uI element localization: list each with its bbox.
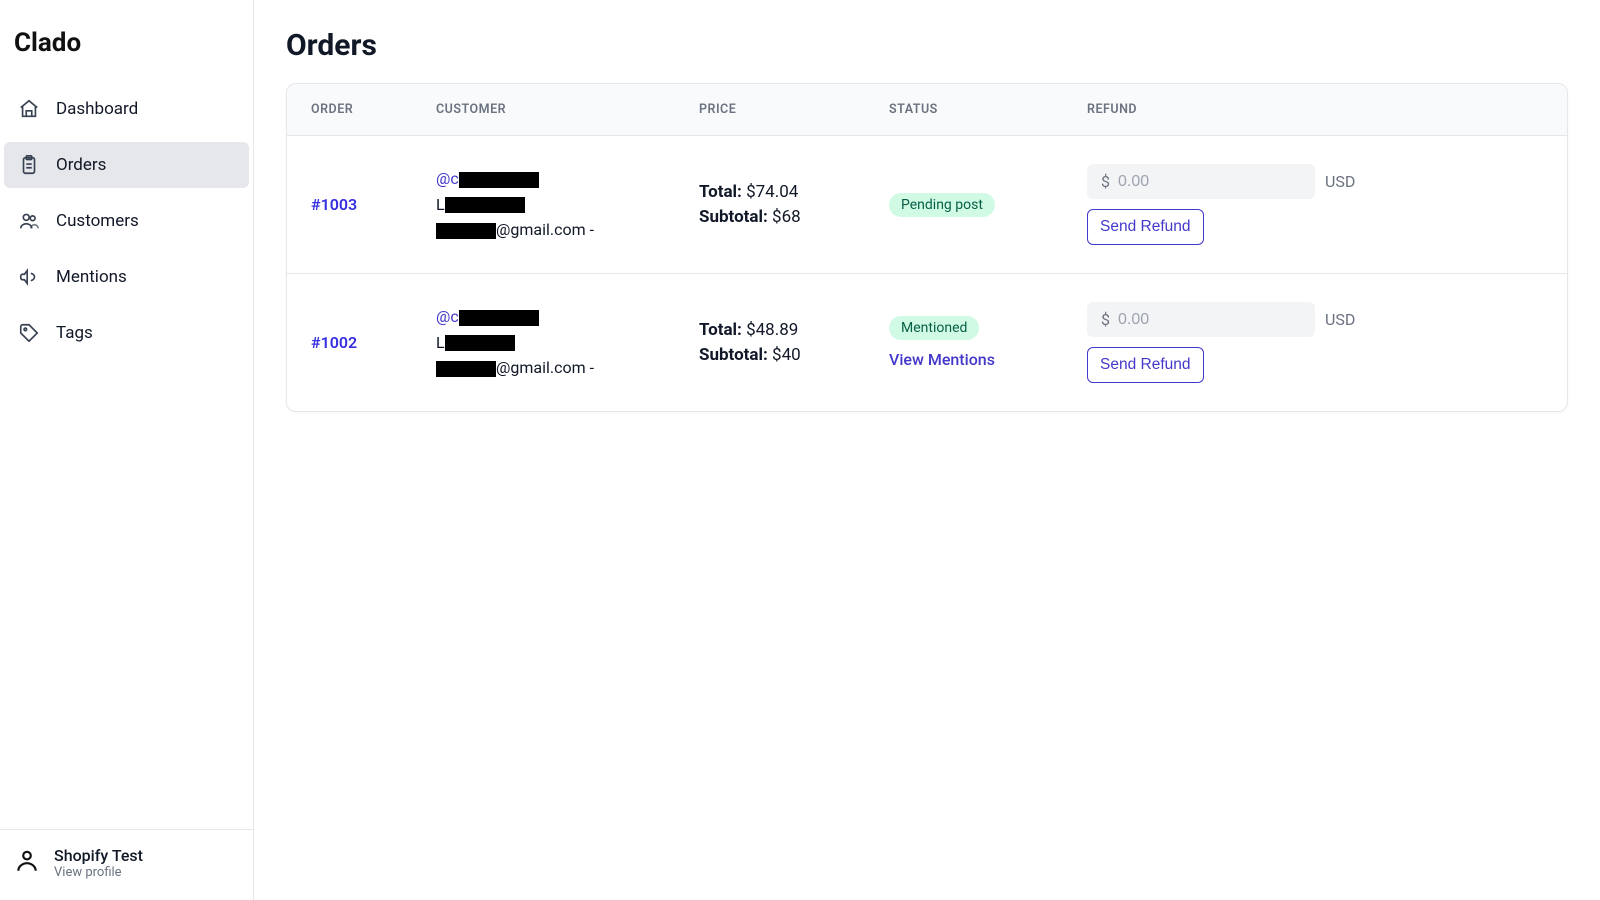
currency-code: USD xyxy=(1325,310,1355,329)
customer-handle[interactable]: @c xyxy=(436,169,459,188)
refund-cell: $ USD Send Refund xyxy=(1087,164,1543,245)
user-icon xyxy=(14,848,40,878)
sidebar-item-mentions[interactable]: Mentions xyxy=(4,254,249,300)
col-header-status: STATUS xyxy=(889,102,1087,117)
price-cell: Total: $48.89 Subtotal: $40 xyxy=(699,318,889,367)
customer-cell: @c L @gmail.com - xyxy=(436,166,699,243)
redacted-text xyxy=(459,172,539,188)
order-id-link[interactable]: #1003 xyxy=(311,195,357,214)
customer-cell: @c L @gmail.com - xyxy=(436,304,699,381)
clipboard-icon xyxy=(18,154,40,176)
col-header-order: ORDER xyxy=(311,102,436,117)
sidebar-item-orders[interactable]: Orders xyxy=(4,142,249,188)
refund-amount-input[interactable] xyxy=(1118,173,1325,191)
subtotal-value: $40 xyxy=(772,345,801,365)
table-row: #1003 @c L @gmail.com - Total: $74.04 Su… xyxy=(287,136,1567,274)
redacted-text xyxy=(445,197,525,213)
sidebar-item-tags[interactable]: Tags xyxy=(4,310,249,356)
sidebar: Clado Dashboard Orders Customers xyxy=(0,0,254,900)
home-icon xyxy=(18,98,40,120)
refund-input-wrap[interactable]: $ USD xyxy=(1087,164,1315,199)
total-value: $74.04 xyxy=(746,182,798,202)
status-cell: Pending post xyxy=(889,193,1087,217)
col-header-customer: CUSTOMER xyxy=(436,102,699,117)
profile-block[interactable]: Shopify Test View profile xyxy=(0,829,253,900)
refund-cell: $ USD Send Refund xyxy=(1087,302,1543,383)
redacted-text xyxy=(445,335,515,351)
redacted-text xyxy=(436,223,496,239)
sidebar-item-label: Orders xyxy=(56,155,106,175)
customer-email-suffix: @gmail.com - xyxy=(496,358,594,377)
price-cell: Total: $74.04 Subtotal: $68 xyxy=(699,180,889,229)
total-label: Total: xyxy=(699,320,742,340)
col-header-refund: REFUND xyxy=(1087,102,1543,117)
subtotal-label: Subtotal: xyxy=(699,345,768,365)
customer-email-suffix: @gmail.com - xyxy=(496,220,594,239)
table-row: #1002 @c L @gmail.com - Total: $48.89 Su… xyxy=(287,274,1567,411)
subtotal-value: $68 xyxy=(772,207,801,227)
sidebar-nav: Dashboard Orders Customers Mentions xyxy=(0,82,253,370)
order-id-link[interactable]: #1002 xyxy=(311,333,357,352)
total-label: Total: xyxy=(699,182,742,202)
table-header: ORDER CUSTOMER PRICE STATUS REFUND xyxy=(287,84,1567,136)
sidebar-item-label: Customers xyxy=(56,211,139,231)
dollar-icon: $ xyxy=(1101,310,1110,329)
status-badge: Pending post xyxy=(889,193,995,217)
redacted-text xyxy=(459,310,539,326)
users-icon xyxy=(18,210,40,232)
main-content: Orders ORDER CUSTOMER PRICE STATUS REFUN… xyxy=(254,0,1600,900)
send-refund-button[interactable]: Send Refund xyxy=(1087,347,1204,383)
refund-amount-input[interactable] xyxy=(1118,311,1325,329)
profile-name: Shopify Test xyxy=(54,846,143,865)
total-value: $48.89 xyxy=(746,320,798,340)
brand-title: Clado xyxy=(0,0,253,82)
sidebar-item-customers[interactable]: Customers xyxy=(4,198,249,244)
megaphone-icon xyxy=(18,266,40,288)
customer-handle[interactable]: @c xyxy=(436,307,459,326)
currency-code: USD xyxy=(1325,172,1355,191)
redacted-text xyxy=(436,361,496,377)
subtotal-label: Subtotal: xyxy=(699,207,768,227)
customer-name-prefix: L xyxy=(436,333,445,352)
sidebar-item-label: Tags xyxy=(56,323,93,343)
sidebar-item-label: Dashboard xyxy=(56,99,138,119)
send-refund-button[interactable]: Send Refund xyxy=(1087,209,1204,245)
refund-input-wrap[interactable]: $ USD xyxy=(1087,302,1315,337)
profile-subtitle: View profile xyxy=(54,865,143,880)
page-title: Orders xyxy=(286,28,1568,63)
col-header-price: PRICE xyxy=(699,102,889,117)
status-badge: Mentioned xyxy=(889,316,979,340)
view-mentions-link[interactable]: View Mentions xyxy=(889,350,1087,369)
dollar-icon: $ xyxy=(1101,172,1110,191)
tag-icon xyxy=(18,322,40,344)
orders-table: ORDER CUSTOMER PRICE STATUS REFUND #1003… xyxy=(286,83,1568,412)
customer-name-prefix: L xyxy=(436,195,445,214)
sidebar-item-dashboard[interactable]: Dashboard xyxy=(4,86,249,132)
status-cell: Mentioned View Mentions xyxy=(889,316,1087,369)
sidebar-item-label: Mentions xyxy=(56,267,127,287)
